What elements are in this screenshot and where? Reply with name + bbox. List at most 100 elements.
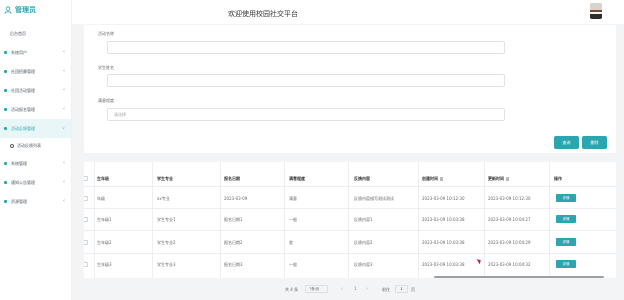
- cell-feedback: 反馈内容1: [354, 217, 373, 222]
- sidebar-item-label: 活动反馈管理: [11, 125, 35, 131]
- column-divider: [152, 162, 153, 278]
- detail-button[interactable]: 详情: [556, 238, 576, 246]
- menu-dot-icon: [4, 181, 7, 184]
- sidebar-item-label: 社团活动管理: [11, 87, 35, 93]
- sort-icon[interactable]: [440, 177, 443, 181]
- goto-page-input[interactable]: 1: [395, 285, 408, 293]
- column-divider: [284, 162, 285, 278]
- column-divider: [220, 162, 221, 278]
- cell-created: 2023-03-09 10:03:38: [422, 217, 465, 222]
- cell-created: 2023-03-09 10:12:30: [422, 196, 465, 201]
- sidebar-item-system[interactable]: 系统管理 ‹: [0, 154, 71, 173]
- column-header: 报名日期: [224, 176, 240, 181]
- delete-button[interactable]: 删除: [582, 136, 607, 149]
- page-title: 欢迎使用校园社交平台: [228, 10, 298, 18]
- detail-button[interactable]: 详情: [556, 194, 576, 202]
- sidebar-item-label: 社团招募管理: [11, 68, 35, 74]
- user-icon: [4, 6, 12, 14]
- search-button[interactable]: 查询: [554, 136, 579, 149]
- column-divider: [484, 162, 485, 278]
- cell-major: 学生专业1: [157, 217, 176, 222]
- sidebar-item-label: 活动报名管理: [11, 106, 35, 112]
- cell-feedback: 反馈内容3: [354, 262, 373, 267]
- sidebar-item-resource[interactable]: 资源管理 ‹: [0, 192, 71, 211]
- column-header: 反馈内容: [354, 176, 370, 181]
- cell-updated: 2023-03-09 10:12:30: [488, 196, 531, 201]
- sidebar-item-label: 系统管理: [11, 160, 27, 166]
- cell-major: 学生专业3: [157, 262, 176, 267]
- goto-label: 前往: [382, 287, 390, 292]
- sidebar-item-home[interactable]: 后台首页: [0, 24, 71, 43]
- row-divider: [84, 186, 616, 187]
- prev-page-button[interactable]: ‹: [341, 286, 343, 292]
- page-size-select[interactable]: 7条/页: [305, 285, 328, 293]
- sidebar-item-system-users[interactable]: 系统用户 ‹: [0, 43, 71, 62]
- sidebar-item-label: 资源管理: [11, 198, 27, 204]
- column-divider: [94, 162, 95, 278]
- menu-dot-icon: [4, 70, 7, 73]
- sidebar-menu: 后台首页 系统用户 ‹ 社团招募管理 ‹ 社团活动管理 ‹ 活动报名管理 ‹ 活…: [0, 24, 71, 211]
- menu-dot-icon: [4, 127, 7, 130]
- chevron-left-icon: ‹: [63, 198, 65, 204]
- row-checkbox[interactable]: [84, 240, 88, 245]
- sort-icon[interactable]: [506, 177, 509, 181]
- chevron-left-icon: ‹: [63, 106, 65, 112]
- row-checkbox[interactable]: [84, 262, 88, 267]
- sidebar-item-label: 系统用户: [11, 49, 27, 55]
- sidebar-item-activity[interactable]: 社团活动管理 ‹: [0, 81, 71, 100]
- sidebar-item-label: 通知公告管理: [11, 179, 35, 185]
- menu-dot-icon: [4, 108, 7, 111]
- sidebar-item-recruit[interactable]: 社团招募管理 ‹: [0, 62, 71, 81]
- sidebar-item-notice[interactable]: 通知公告管理 ‹: [0, 173, 71, 192]
- activity-name-label: 活动名称: [98, 31, 114, 36]
- column-header-sortable[interactable]: 更新时间: [488, 176, 509, 182]
- activity-name-input[interactable]: [107, 41, 505, 54]
- top-header: 欢迎使用校园社交平台: [72, 0, 624, 24]
- cell-signup-date: 报名日期3: [224, 262, 243, 267]
- horizontal-scrollbar[interactable]: [434, 276, 604, 278]
- cell-major: 学生专业2: [157, 240, 176, 245]
- column-divider: [418, 162, 419, 278]
- avatar[interactable]: [590, 3, 602, 19]
- sidebar: 管理员 后台首页 系统用户 ‹ 社团招募管理 ‹ 社团活动管理 ‹ 活动报名管理…: [0, 0, 72, 300]
- sidebar-item-feedback-list[interactable]: 活动反馈列表: [0, 138, 71, 154]
- cell-satisfaction: 一般: [289, 217, 297, 222]
- sidebar-item-signup[interactable]: 活动报名管理 ‹: [0, 100, 71, 119]
- student-name-label: 学生姓名: [98, 65, 114, 70]
- page-unit-label: 页: [411, 287, 415, 292]
- select-all-checkbox[interactable]: [84, 176, 88, 181]
- next-page-button[interactable]: ›: [366, 286, 368, 292]
- student-name-input[interactable]: [107, 74, 505, 87]
- column-header-sortable[interactable]: 创建时间: [422, 176, 443, 182]
- cell-satisfaction: 差: [289, 240, 293, 245]
- chevron-left-icon: ‹: [63, 87, 65, 93]
- search-form: 活动名称 学生姓名 满意程度 请选择 查询 删除: [84, 25, 616, 153]
- cell-grade: 生年级1: [97, 217, 112, 222]
- cell-satisfaction: 满意: [289, 196, 297, 201]
- brand-title: 管理员: [15, 6, 36, 14]
- detail-button[interactable]: 详情: [556, 260, 576, 268]
- chevron-left-icon: ‹: [63, 160, 65, 166]
- column-divider: [348, 162, 349, 278]
- menu-dot-icon: [4, 89, 7, 92]
- chevron-left-icon: ‹: [63, 68, 65, 74]
- satisfaction-select[interactable]: 请选择: [107, 108, 505, 121]
- detail-button[interactable]: 详情: [556, 215, 576, 223]
- brand: 管理员: [0, 0, 71, 20]
- list-icon: [10, 144, 14, 148]
- row-checkbox[interactable]: [84, 196, 88, 201]
- cell-major: xx专业: [157, 196, 170, 201]
- current-page[interactable]: 1: [354, 286, 357, 291]
- sidebar-item-feedback[interactable]: 活动反馈管理 ‹: [0, 119, 71, 138]
- chevron-down-icon: ‹: [61, 127, 67, 129]
- pagination-total: 共 4 条: [285, 287, 299, 292]
- row-checkbox[interactable]: [84, 217, 88, 222]
- sidebar-item-label: 后台首页: [10, 30, 26, 36]
- cell-signup-date: 报名日期2: [224, 240, 243, 245]
- column-divider: [549, 162, 550, 278]
- cell-grade: 年级: [97, 196, 105, 201]
- satisfaction-label: 满意程度: [98, 98, 114, 103]
- cell-signup-date: 报名日期1: [224, 217, 243, 222]
- cell-updated: 2023-03-09 10:04:32: [488, 262, 531, 267]
- cell-grade: 生年级3: [97, 262, 112, 267]
